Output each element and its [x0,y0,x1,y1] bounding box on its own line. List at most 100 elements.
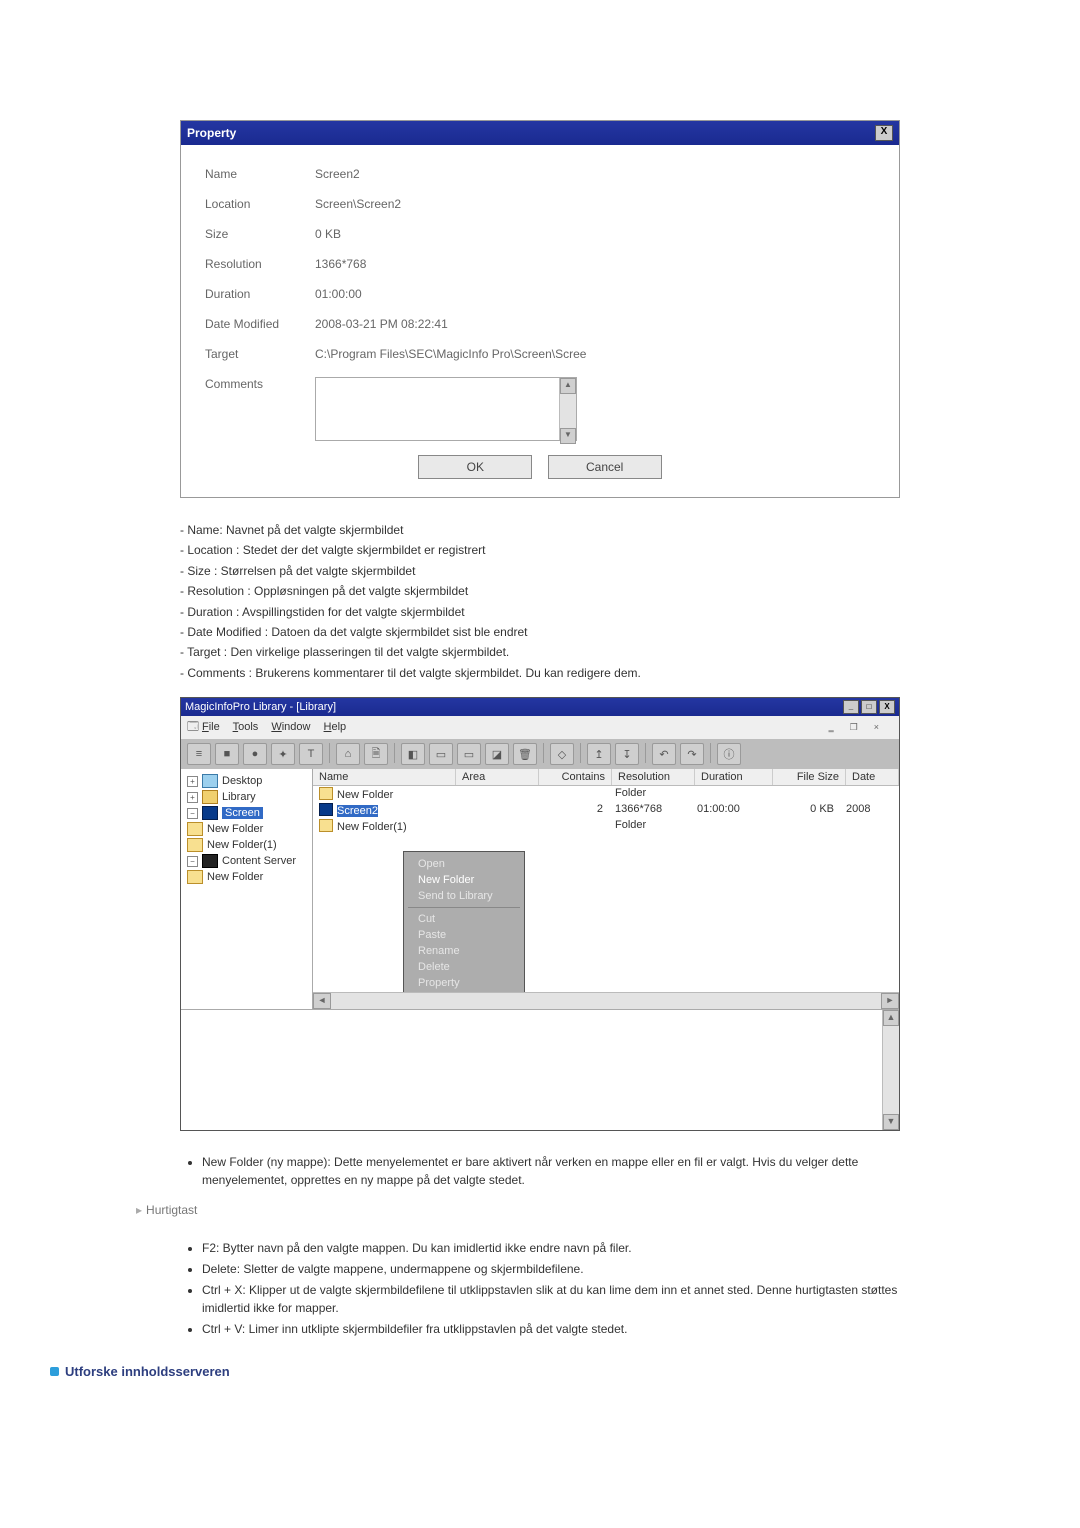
scroll-up-icon[interactable]: ▲ [883,1010,899,1026]
hotkey-ctrl-x: Ctrl + X: Klipper ut de valgte skjermbil… [202,1281,900,1317]
def-size: - Size : Størrelsen på det valgte skjerm… [180,561,900,581]
col-duration[interactable]: Duration [695,769,773,785]
toolbar-btn-9[interactable]: ▭ [429,743,453,765]
ctx-paste[interactable]: Paste [404,927,524,943]
ctx-property[interactable]: Property [404,975,524,991]
label-name: Name [205,167,315,181]
menu-tools[interactable]: Tools [233,721,259,733]
toolbar-btn-8[interactable]: ◧ [401,743,425,765]
label-target: Target [205,347,315,361]
scroll-right-icon[interactable]: ► [881,993,899,1009]
col-date[interactable]: Date [846,769,899,785]
toolbar-btn-14[interactable]: ↥ [587,743,611,765]
ctx-delete[interactable]: Delete [404,959,524,975]
collapse-icon[interactable]: − [187,856,198,867]
col-area[interactable]: Area [456,769,539,785]
toolbar-btn-10[interactable]: ▭ [457,743,481,765]
scroll-down-icon[interactable]: ▼ [560,428,576,444]
toolbar-btn-6[interactable]: ⌂ [336,743,360,765]
property-definitions: - Name: Navnet på det valgte skjermbilde… [180,520,900,683]
toolbar-btn-1[interactable]: ≡ [187,743,211,765]
content-server-icon [202,854,218,868]
cancel-button[interactable]: Cancel [548,455,662,479]
col-file-size[interactable]: File Size [773,769,846,785]
toolbar-btn-7[interactable]: 🗎 [364,743,388,765]
toolbar-btn-12[interactable]: 🗑 [513,743,537,765]
folder-tree[interactable]: + Desktop + Library − Screen New Folder New… [181,769,313,1009]
close-icon[interactable]: X [879,700,895,714]
folder-icon [319,819,333,832]
scroll-up-icon[interactable]: ▲ [560,378,576,394]
mdi-restore-icon[interactable]: ❐ [850,722,858,733]
tree-content-server[interactable]: Content Server [222,855,296,867]
file-list[interactable]: Name Area Contains Resolution Duration F… [313,769,899,1009]
tree-library[interactable]: Library [222,791,256,803]
note-new-folder: New Folder (ny mappe): Dette menyelement… [202,1153,900,1189]
folder-icon [187,870,203,884]
ctx-new-folder[interactable]: New Folder [404,872,524,888]
tree-new-folder-1[interactable]: New Folder(1) [207,839,277,851]
list-row[interactable]: New Folder(1) Folder [313,818,899,834]
ok-button[interactable]: OK [418,455,532,479]
folder-icon [187,838,203,852]
tree-screen[interactable]: Screen [222,807,263,819]
note-new-folder-list: New Folder (ny mappe): Dette menyelement… [180,1153,900,1189]
tree-cs-new-folder[interactable]: New Folder [207,871,263,883]
def-comments: - Comments : Brukerens kommentarer til d… [180,663,900,683]
col-name[interactable]: Name [313,769,456,785]
expand-icon[interactable]: + [187,776,198,787]
toolbar-btn-4[interactable]: ✦ [271,743,295,765]
preview-scrollbar[interactable]: ▲ ▼ [882,1010,899,1130]
menu-window[interactable]: Window [271,721,310,733]
toolbar-btn-3[interactable]: ● [243,743,267,765]
list-h-scrollbar[interactable]: ◄ ► [313,992,899,1009]
label-comments: Comments [205,377,315,441]
comments-scrollbar[interactable]: ▲ ▼ [559,378,576,440]
col-resolution[interactable]: Resolution [612,769,695,785]
dialog-title: Property [187,126,236,140]
minimize-icon[interactable]: _ [843,700,859,714]
col-contains[interactable]: Contains [539,769,612,785]
list-header[interactable]: Name Area Contains Resolution Duration F… [313,769,899,786]
hotkey-delete: Delete: Sletter de valgte mappene, under… [202,1260,900,1278]
value-target: C:\Program Files\SEC\MagicInfo Pro\Scree… [315,347,586,361]
toolbar-btn-2[interactable]: ■ [215,743,239,765]
ctx-send-to-library[interactable]: Send to Library [404,888,524,904]
menu-file[interactable]: 🗔 FFileile [187,721,220,733]
mdi-minimize-icon[interactable]: ‗ [829,722,834,733]
scroll-left-icon[interactable]: ◄ [313,993,331,1009]
toolbar-btn-13[interactable]: ◇ [550,743,574,765]
def-location: - Location : Stedet der det valgte skjer… [180,540,900,560]
toolbar-btn-18[interactable]: ⓘ [717,743,741,765]
toolbar-separator [394,743,395,763]
menu-help[interactable]: Help [324,721,347,733]
mdi-close-icon[interactable]: × [874,722,879,733]
toolbar-btn-16[interactable]: ↶ [652,743,676,765]
tree-desktop[interactable]: Desktop [222,775,262,787]
dialog-titlebar[interactable]: Property X [181,121,899,145]
app-titlebar[interactable]: MagicInfoPro Library - [Library] _ □ X [181,698,899,716]
list-row[interactable]: Screen2 2 1366*768 01:00:00 0 KB 2008 [313,802,899,818]
def-resolution: - Resolution : Oppløsningen på det valgt… [180,581,900,601]
expand-icon[interactable]: + [187,792,198,803]
maximize-icon[interactable]: □ [861,700,877,714]
toolbar-btn-5[interactable]: T [299,743,323,765]
def-duration: - Duration : Avspillingstiden for det va… [180,602,900,622]
comments-textarea[interactable]: ▲ ▼ [315,377,577,441]
context-menu[interactable]: Open New Folder Send to Library Cut Past… [403,851,525,996]
ctx-rename[interactable]: Rename [404,943,524,959]
value-date-modified: 2008-03-21 PM 08:22:41 [315,317,448,331]
toolbar-separator [329,743,330,763]
ctx-open[interactable]: Open [404,856,524,872]
ctx-cut[interactable]: Cut [404,911,524,927]
toolbar-btn-17[interactable]: ↷ [680,743,704,765]
collapse-icon[interactable]: − [187,808,198,819]
def-name: - Name: Navnet på det valgte skjermbilde… [180,520,900,540]
toolbar-btn-15[interactable]: ↧ [615,743,639,765]
close-icon[interactable]: X [875,125,893,141]
scroll-down-icon[interactable]: ▼ [883,1114,899,1130]
tree-new-folder[interactable]: New Folder [207,823,263,835]
list-row[interactable]: New Folder Folder [313,786,899,802]
toolbar-btn-11[interactable]: ◪ [485,743,509,765]
property-dialog: Property X NameScreen2 LocationScreen\Sc… [180,120,900,498]
